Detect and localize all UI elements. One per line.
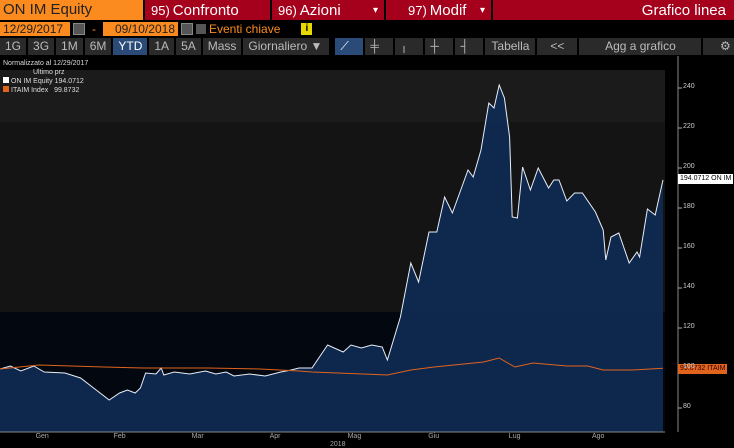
band: [0, 56, 665, 70]
y-tick-label: 200: [683, 163, 695, 170]
modif-num: 97): [408, 2, 427, 18]
end-date-input[interactable]: 09/10/2018: [103, 21, 178, 36]
range-mass[interactable]: Mass: [202, 38, 242, 55]
table-button[interactable]: Tabella: [485, 38, 536, 55]
y-tick-label: 80: [683, 403, 691, 410]
legend-value: 99.8732: [54, 87, 80, 94]
confronto-label: Confronto: [172, 1, 239, 19]
range-1m[interactable]: 1M: [56, 38, 83, 55]
security-field[interactable]: ON IM Equity: [0, 0, 143, 20]
legend-title: Normalizzato al 12/29/2017: [3, 60, 89, 67]
line-chart-icon[interactable]: ⟋: [335, 38, 364, 55]
key-events-checkbox[interactable]: [196, 23, 206, 34]
y-tick-label: 240: [683, 83, 695, 90]
toolbar: 1G 3G 1M 6M YTD 1A 5A Mass Giornaliero ▼…: [0, 38, 734, 55]
modif-label: Modif: [429, 1, 467, 19]
azioni-button[interactable]: 96) Azioni ▾: [272, 0, 384, 20]
add-to-chart-button[interactable]: Agg a grafico: [579, 38, 702, 55]
chart[interactable]: [0, 56, 734, 448]
y-tick-label: 160: [683, 243, 695, 250]
confronto-button[interactable]: 95) Confronto: [145, 0, 270, 20]
range-1g[interactable]: 1G: [0, 38, 27, 55]
modif-button[interactable]: 97) Modif ▾: [386, 0, 491, 20]
ohlc-icon[interactable]: ┼: [425, 38, 454, 55]
x-tick-label: Gen: [35, 433, 49, 440]
legend-swatch: [3, 77, 9, 83]
range-5a[interactable]: 5A: [176, 38, 201, 55]
confronto-num: 95): [151, 2, 170, 18]
key-events-label: Eventi chiave: [209, 21, 281, 36]
legend-subtitle: Ultimo prz: [33, 69, 65, 76]
x-axis-label: 2018: [330, 441, 346, 448]
x-tick-label: Ago: [592, 433, 605, 440]
range-ytd[interactable]: YTD: [113, 38, 148, 55]
x-tick-label: Apr: [269, 433, 281, 440]
chevron-down-icon: ▾: [372, 4, 378, 16]
legend-swatch: [3, 86, 9, 92]
settings-icon[interactable]: ⚙: [703, 38, 734, 55]
legend-item-on: ON IM Equity 194.0712: [3, 77, 88, 86]
collapse-button[interactable]: <<: [537, 38, 578, 55]
legend: Normalizzato al 12/29/2017 Ultimo prz ON…: [3, 59, 88, 95]
range-1a[interactable]: 1A: [149, 38, 175, 55]
y-tick-label: 100: [683, 363, 695, 370]
last-value-tag-on: 194.0712 ON IM: [678, 174, 734, 184]
x-tick-label: Mag: [347, 433, 362, 440]
period-select[interactable]: Giornaliero ▼: [243, 38, 330, 55]
chevron-down-icon: ▾: [479, 4, 485, 16]
range-6m[interactable]: 6M: [84, 38, 112, 55]
y-tick-label: 180: [683, 203, 695, 210]
hlc-icon[interactable]: ┤: [455, 38, 484, 55]
legend-name: ON IM Equity: [11, 78, 53, 85]
y-tick-label: 220: [683, 123, 695, 130]
start-date-input[interactable]: 12/29/2017: [0, 21, 70, 36]
y-tick-label: 140: [683, 283, 695, 290]
calendar-icon[interactable]: [181, 22, 193, 35]
bar-chart-icon[interactable]: ╷: [395, 38, 424, 55]
legend-value: 194.0712: [54, 78, 84, 85]
calendar-icon[interactable]: [73, 22, 85, 35]
azioni-label: Azioni: [299, 1, 341, 19]
x-tick-label: Lug: [508, 433, 521, 440]
date-separator: -: [92, 21, 96, 36]
candlestick-icon[interactable]: ╪: [365, 38, 394, 55]
x-tick-label: Feb: [113, 433, 126, 440]
legend-name: ITAIM Index: [11, 87, 49, 94]
date-bar: 12/29/2017 - 09/10/2018 Eventi chiave i: [0, 21, 313, 36]
chart-type-button[interactable]: Grafico linea: [493, 0, 734, 20]
range-3g[interactable]: 3G: [28, 38, 55, 55]
info-icon[interactable]: i: [301, 22, 313, 35]
x-tick-label: Giu: [428, 433, 440, 440]
x-tick-label: Mar: [191, 433, 204, 440]
band: [0, 70, 665, 122]
azioni-num: 96): [278, 2, 297, 18]
y-tick-label: 120: [683, 323, 695, 330]
legend-item-itaim: ITAIM Index 99.8732: [3, 86, 88, 95]
header-bar: ON IM Equity 95) Confronto 96) Azioni ▾ 97)…: [0, 0, 734, 20]
